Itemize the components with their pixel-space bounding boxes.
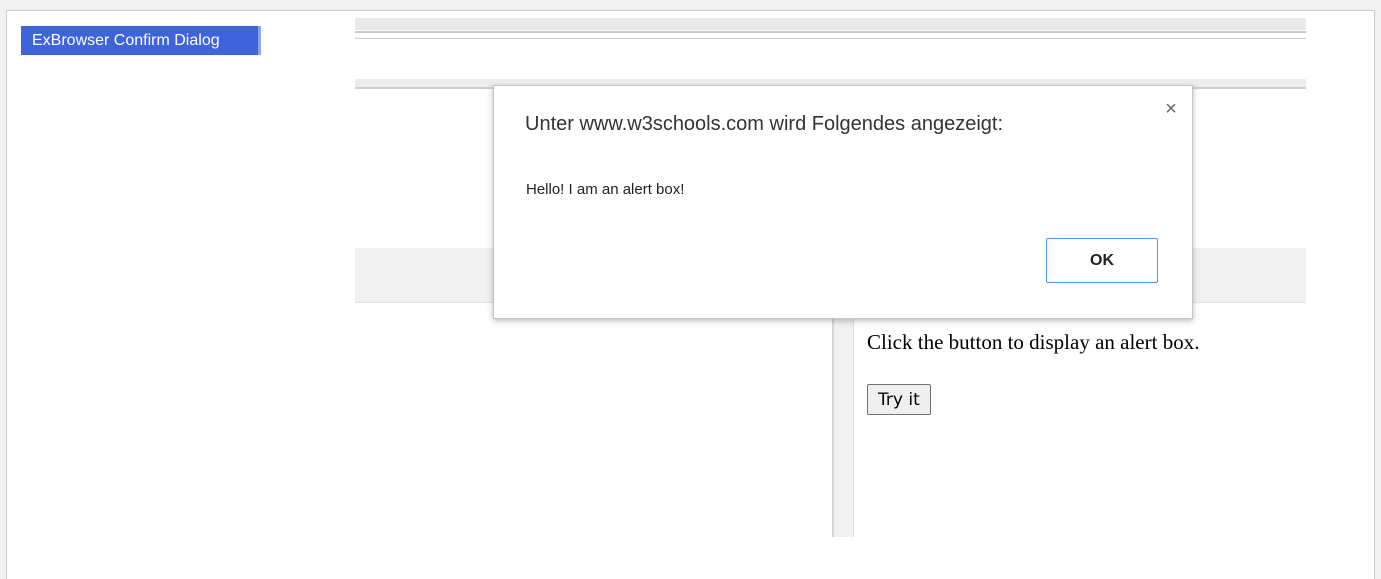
page-header-bar [355,18,1306,30]
close-icon[interactable]: × [1160,98,1182,120]
dialog-heading: Unter www.w3schools.com wird Folgendes a… [525,113,1003,135]
page-header-line-2 [355,38,1306,39]
app-title: ExBrowser Confirm Dialog [21,26,261,55]
pane-divider[interactable] [832,308,854,537]
instruction-text: Click the button to display an alert box… [867,330,1200,354]
dialog-message: Hello! I am an alert box! [526,181,685,198]
ok-button[interactable]: OK [1046,238,1158,283]
alert-dialog: Unter www.w3schools.com wird Folgendes a… [493,85,1193,319]
try-it-button[interactable]: Try it [867,384,931,415]
page-header-line [355,31,1306,33]
